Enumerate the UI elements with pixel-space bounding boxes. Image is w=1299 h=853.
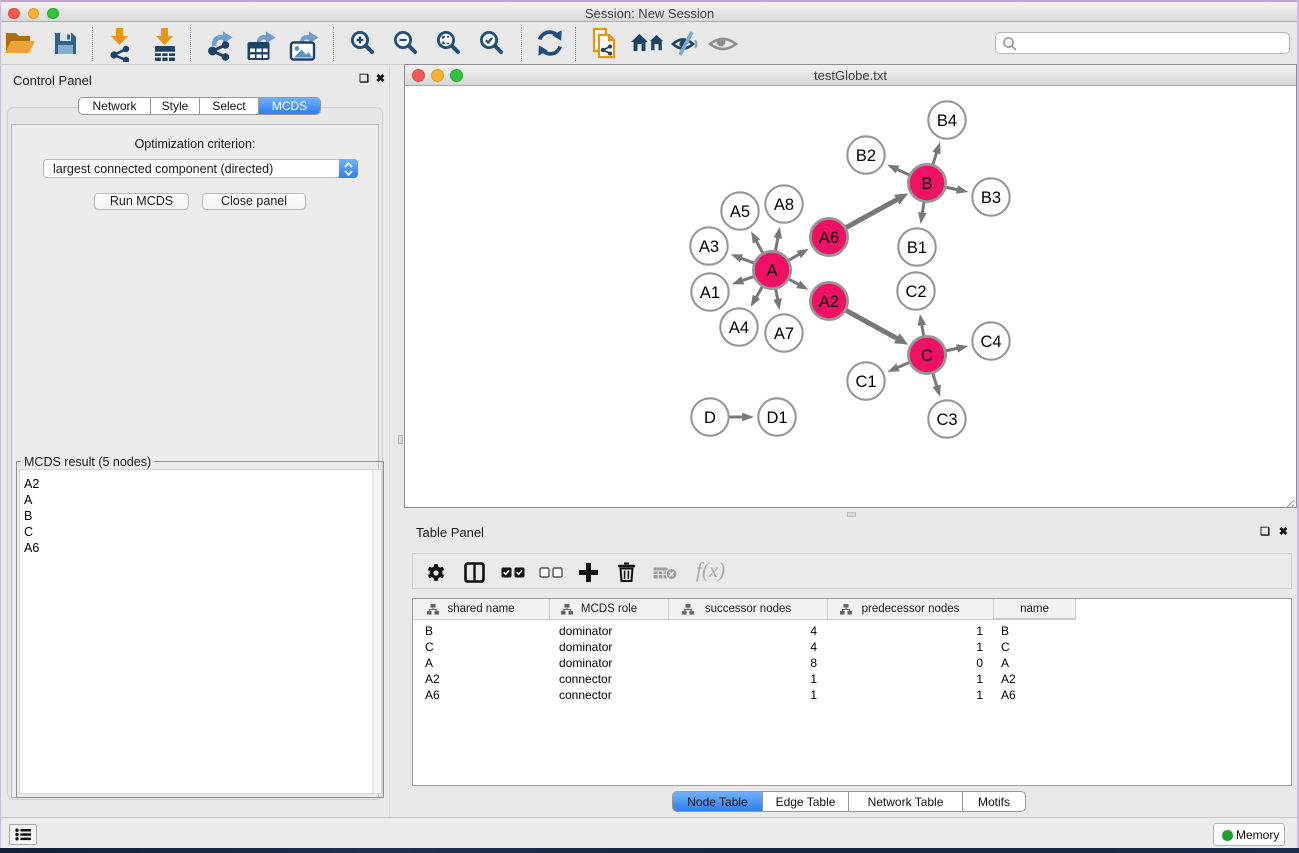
svg-text:A3: A3: [699, 238, 719, 256]
svg-text:C: C: [921, 347, 933, 365]
svg-text:B4: B4: [937, 112, 957, 130]
svg-text:A8: A8: [774, 196, 794, 214]
svg-text:C4: C4: [980, 333, 1001, 351]
svg-text:A: A: [766, 262, 777, 280]
svg-text:B1: B1: [907, 239, 927, 257]
svg-text:A2: A2: [819, 293, 839, 311]
svg-text:A4: A4: [729, 319, 749, 337]
svg-text:B3: B3: [981, 189, 1001, 207]
svg-text:B2: B2: [856, 147, 876, 165]
svg-text:D1: D1: [766, 409, 787, 427]
svg-text:A1: A1: [700, 284, 720, 302]
svg-text:C1: C1: [855, 373, 876, 391]
svg-text:C2: C2: [905, 283, 926, 301]
svg-text:D: D: [704, 409, 716, 427]
svg-text:A5: A5: [730, 203, 750, 221]
svg-text:A6: A6: [819, 229, 839, 247]
svg-text:A7: A7: [774, 325, 794, 343]
svg-text:C3: C3: [936, 411, 957, 429]
svg-text:B: B: [921, 175, 932, 193]
